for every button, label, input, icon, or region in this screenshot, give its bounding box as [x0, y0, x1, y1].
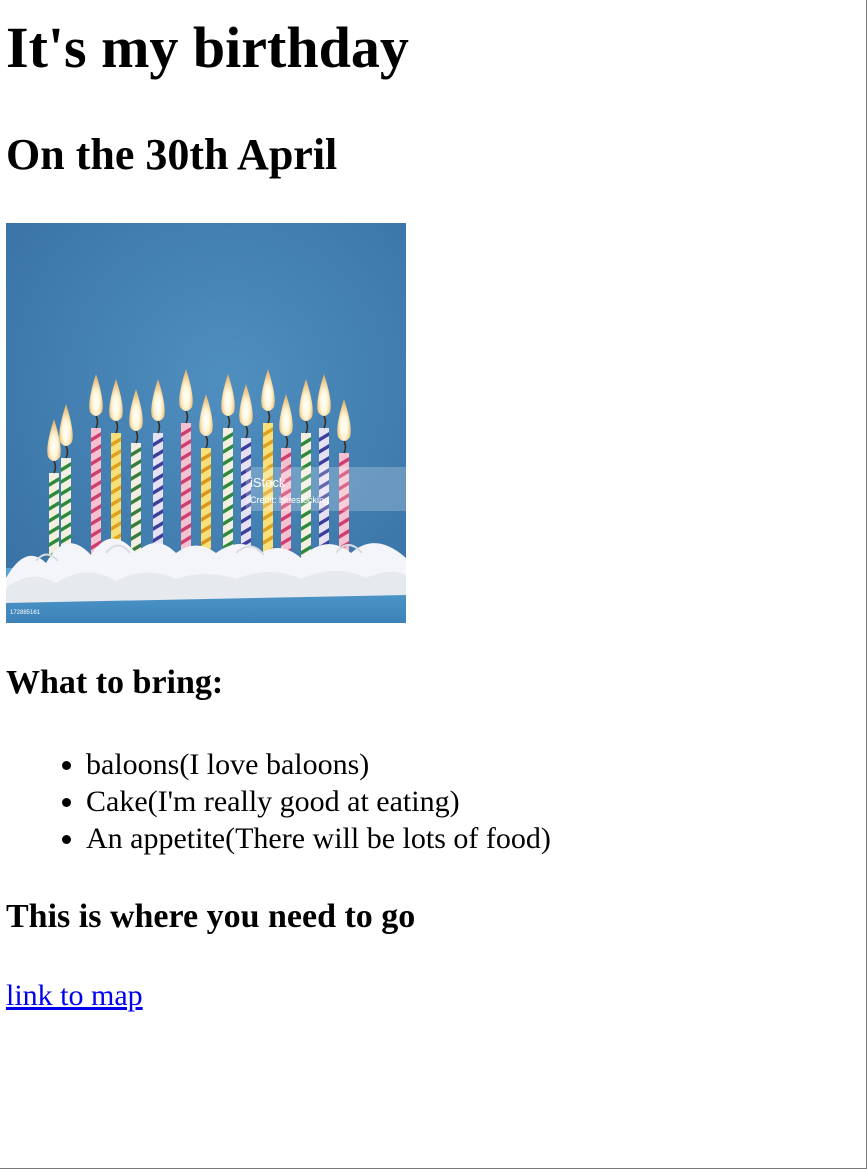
page-subtitle: On the 30th April [6, 130, 338, 179]
bring-list: baloons(I love baloons) Cake(I'm really … [6, 746, 866, 857]
birthday-cake-image: iStock Credit: bluestocking 172885161 [6, 223, 406, 623]
list-item: baloons(I love baloons) [86, 746, 866, 783]
page-content: It's my birthday On the 30th April iStoc… [0, 0, 866, 1014]
list-item: An appetite(There will be lots of food) [86, 820, 866, 857]
list-item: Cake(I'm really good at eating) [86, 783, 866, 820]
stock-id: 172885161 [10, 610, 41, 616]
watermark-credit: Credit: bluestocking [250, 495, 329, 505]
watermark-brand: iStock [250, 475, 286, 490]
map-paragraph: link to map [6, 977, 866, 1014]
page: It's my birthday On the 30th April iStoc… [0, 0, 867, 1169]
location-heading: This is where you need to go [6, 898, 416, 935]
page-title: It's my birthday [6, 15, 409, 80]
bring-heading: What to bring: [6, 664, 224, 701]
map-link[interactable]: link to map [6, 979, 143, 1012]
